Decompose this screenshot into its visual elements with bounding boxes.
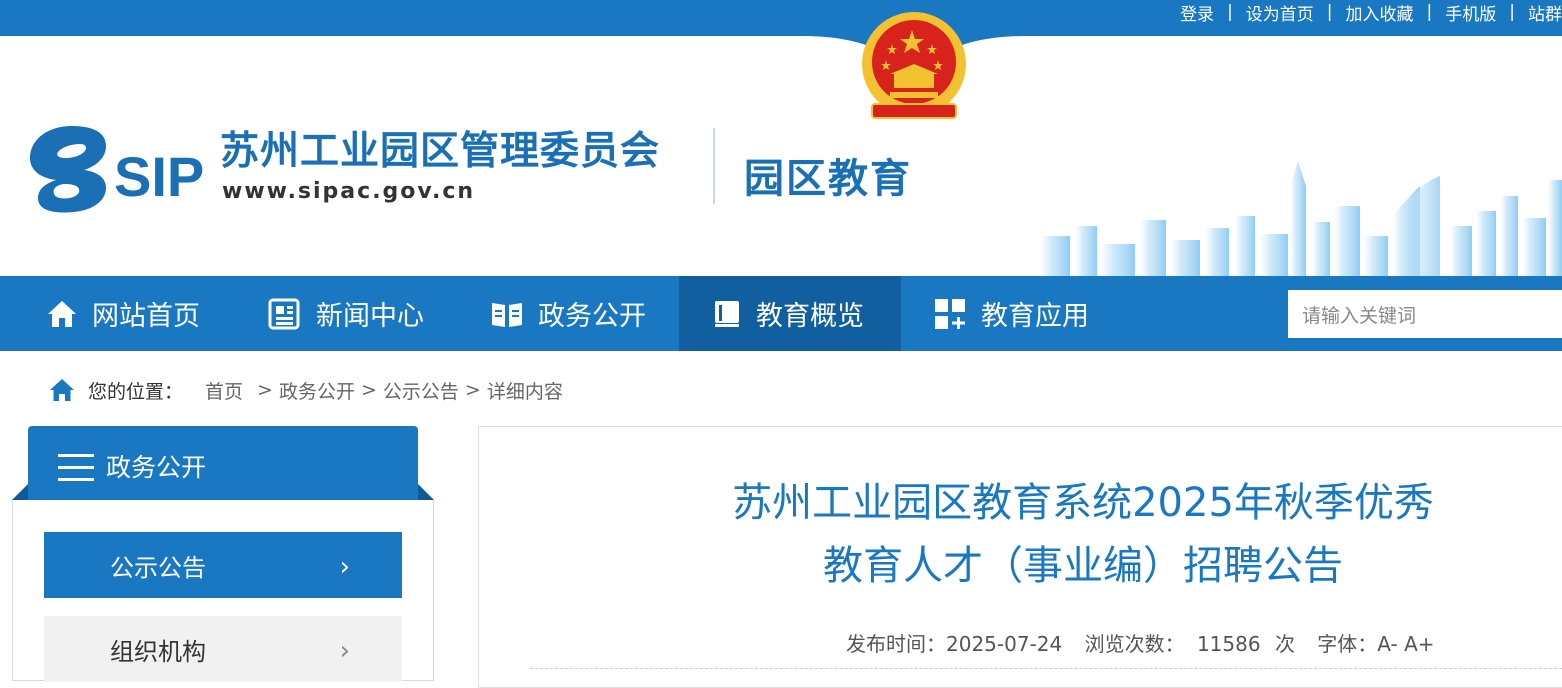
breadcrumb-label: 您的位置： [88,380,184,403]
breadcrumb-gov-affairs[interactable]: 政务公开 [279,377,355,404]
article-title-line1: 苏州工业园区教育系统2025年秋季优秀 [732,480,1434,526]
nav-item-label: 网站首页 [92,301,200,332]
nav-item-education-overview[interactable]: 教育概览 [679,276,901,351]
breadcrumb-detail: 详细内容 [486,380,563,403]
article-title: 苏州工业园区教育系统2025年秋季优秀 教育人才（事业编）招聘公告 [478,472,1562,598]
sip-logo: SIP [30,126,204,213]
news-icon [268,298,300,329]
font-smaller-button[interactable]: A- [1377,632,1397,656]
sidebar-header: 政务公开 [28,426,418,500]
set-homepage-link[interactable]: 设为首页 [1246,0,1314,25]
article-title-line2: 教育人才（事业编）招聘公告 [823,543,1343,589]
breadcrumb-home[interactable]: 首页 [205,377,243,404]
section-name: 园区教育 [744,156,912,202]
font-size-label: 字体： [1317,632,1378,656]
site-header: SIP 苏州工业园区管理委员会 www.sipac.gov.cn 园区教育 [0,36,1562,276]
org-name: 苏州工业园区管理委员会 [220,129,661,174]
publish-label: 发布时间： [846,632,946,656]
city-skyline-image [1040,161,1562,276]
logo-text: SIP [114,145,204,208]
book-icon [492,302,522,327]
breadcrumb-separator: > [464,379,481,401]
nav-item-label: 教育应用 [981,301,1089,332]
nav-item-label: 新闻中心 [316,301,424,332]
separator: | [1326,2,1333,22]
views-label: 浏览次数： [1084,632,1185,656]
sidebar-item-label: 公示公告 [110,553,206,582]
breadcrumb-separator: > [360,379,377,401]
national-emblem [800,0,1028,119]
notebook-icon [715,300,739,327]
top-links: 登录 | 设为首页 | 加入收藏 | 手机版 | 站群 [1180,0,1562,25]
publish-date: 2025-07-24 [946,632,1063,656]
site-group-link[interactable]: 站群 [1528,0,1562,25]
search-input[interactable]: 请输入关键词 [1288,290,1562,338]
add-favorite-link[interactable]: 加入收藏 [1346,0,1414,25]
chevron-right-icon: › [339,636,350,666]
breadcrumb-separator: > [257,379,273,401]
login-link[interactable]: 登录 [1180,0,1214,25]
nav-item-news[interactable]: 新闻中心 [268,276,424,351]
org-url: www.sipac.gov.cn [222,179,476,204]
home-icon [50,379,74,401]
sidebar-title: 政务公开 [106,453,207,482]
apps-icon [935,298,965,329]
nav-item-label: 教育概览 [756,301,864,332]
nav-item-gov-affairs[interactable]: 政务公开 [490,276,646,351]
header-divider [713,128,715,204]
menu-icon [58,454,94,481]
breadcrumb-announcements[interactable]: 公示公告 [383,377,459,404]
sidebar-item-announcements[interactable]: 公示公告 › [44,532,402,598]
separator: | [1509,2,1515,22]
sidebar-item-organization[interactable]: 组织机构 › [44,616,402,682]
nav-item-label: 政务公开 [538,301,646,332]
separator: | [1227,2,1233,22]
mobile-version-link[interactable]: 手机版 [1445,0,1496,25]
top-bar: 登录 | 设为首页 | 加入收藏 | 手机版 | 站群 [0,0,1562,36]
meta-divider [530,668,1562,669]
font-larger-button[interactable]: A+ [1404,632,1434,656]
nav-item-education-apps[interactable]: 教育应用 [933,276,1089,351]
nav-item-home[interactable]: 网站首页 [46,276,200,351]
separator: | [1426,2,1433,22]
views-count: 11586 [1196,632,1261,656]
chevron-right-icon: › [339,552,350,582]
breadcrumb: 您的位置： 首页 > 政务公开 > 公示公告 > 详细内容 [48,375,563,405]
home-icon [48,300,76,327]
sidebar-item-label: 组织机构 [110,637,206,666]
article-meta: 发布时间：2025-07-24 浏览次数： 11586 次 字体：A- A+ [846,628,1435,657]
views-unit: 次 [1274,632,1295,656]
